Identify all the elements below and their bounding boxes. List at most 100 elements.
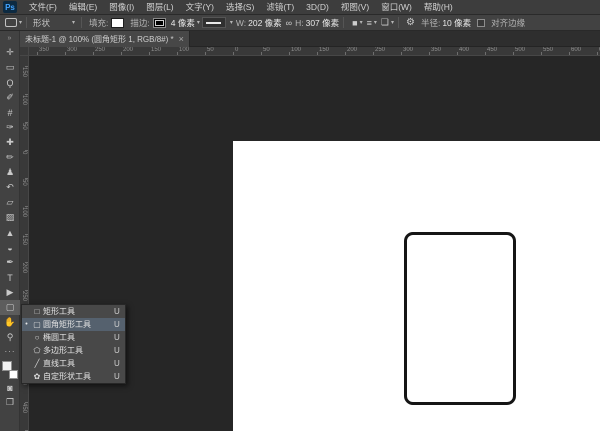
ruler-origin-corner[interactable] bbox=[20, 47, 29, 56]
zoom-tool[interactable]: ⚲ bbox=[0, 330, 20, 345]
history-brush-tool[interactable]: ↶ bbox=[0, 180, 20, 195]
dodge-tool[interactable]: ◒ bbox=[0, 240, 20, 255]
自定形状工具-icon: ✿ bbox=[31, 372, 43, 381]
rounded-rectangle-tool[interactable]: ▢ bbox=[0, 300, 20, 315]
gradient-tool[interactable]: ▨ bbox=[0, 210, 20, 225]
flyout-item-矩形工具[interactable]: □矩形工具U bbox=[22, 305, 125, 318]
hand-tool[interactable]: ✋ bbox=[0, 315, 20, 330]
document-tab[interactable]: 未标题-1 @ 100% (圆角矩形 1, RGB/8#) * × bbox=[20, 31, 190, 47]
ruler-tick-label: 300 bbox=[67, 47, 77, 53]
矩形工具-icon: □ bbox=[31, 307, 43, 316]
menu-item-6[interactable]: 滤镜(T) bbox=[260, 0, 300, 15]
椭圆工具-icon: ○ bbox=[31, 333, 43, 342]
foreground-color-swatch[interactable] bbox=[2, 361, 12, 371]
tool-mode-select[interactable]: 形状 ▾ bbox=[31, 17, 77, 29]
shortcut-key: U bbox=[114, 372, 125, 381]
menu-item-0[interactable]: 文件(F) bbox=[23, 0, 63, 15]
toolbox-collapse-button[interactable]: » bbox=[0, 31, 19, 45]
blur-tool[interactable]: ▲ bbox=[0, 225, 20, 240]
align-edges-checkbox[interactable] bbox=[477, 19, 485, 27]
menu-items: 文件(F)编辑(E)图像(I)图层(L)文字(Y)选择(S)滤镜(T)3D(D)… bbox=[23, 0, 459, 15]
lasso-tool[interactable]: Ϙ bbox=[0, 75, 20, 90]
ruler-tick bbox=[541, 52, 542, 55]
ruler-tick-label: 450 bbox=[21, 403, 27, 413]
ruler-tick bbox=[597, 52, 598, 55]
radius-label: 半径: bbox=[421, 17, 440, 29]
solid-line-icon bbox=[206, 22, 221, 24]
flyout-item-label: 矩形工具 bbox=[43, 306, 114, 317]
menu-item-3[interactable]: 图层(L) bbox=[140, 0, 179, 15]
type-tool[interactable]: T bbox=[0, 270, 20, 285]
menu-item-4[interactable]: 文字(Y) bbox=[180, 0, 220, 15]
quick-mask-button[interactable]: ◙ bbox=[0, 381, 20, 395]
menu-item-2[interactable]: 图像(I) bbox=[103, 0, 140, 15]
chevron-down-icon: ▾ bbox=[72, 19, 75, 26]
ruler-tick bbox=[345, 52, 346, 55]
flyout-item-label: 圆角矩形工具 bbox=[43, 319, 114, 330]
ruler-tick bbox=[121, 52, 122, 55]
path-alignment-icon: ≡ bbox=[367, 18, 372, 28]
menu-item-8[interactable]: 视图(V) bbox=[335, 0, 375, 15]
edit-toolbar-button[interactable]: ··· bbox=[0, 345, 20, 357]
menu-item-7[interactable]: 3D(D) bbox=[300, 0, 335, 15]
eyedropper-tool[interactable]: ✑ bbox=[0, 120, 20, 135]
ruler-tick-label: 200 bbox=[123, 47, 133, 53]
ruler-tick bbox=[177, 52, 178, 55]
stroke-color-swatch[interactable] bbox=[153, 18, 166, 28]
radius-field[interactable]: 10 像素 bbox=[442, 17, 471, 29]
foreground-background-swatches[interactable] bbox=[2, 361, 18, 379]
quick-selection-tool[interactable]: ✐ bbox=[0, 90, 20, 105]
ruler-tick-label: 50 bbox=[21, 123, 27, 130]
crop-tool[interactable]: # bbox=[0, 105, 20, 120]
flyout-item-多边形工具[interactable]: ⬠多边形工具U bbox=[22, 344, 125, 357]
shortcut-key: U bbox=[114, 333, 125, 342]
path-operations-button[interactable]: ■ ▾ bbox=[348, 18, 362, 28]
flyout-item-自定形状工具[interactable]: ✿自定形状工具U bbox=[22, 370, 125, 383]
tool-preset-picker[interactable]: ▾ bbox=[0, 18, 22, 27]
background-color-swatch[interactable] bbox=[9, 370, 18, 379]
eraser-tool[interactable]: ▱ bbox=[0, 195, 20, 210]
ruler-tick bbox=[429, 52, 430, 55]
ruler-tick bbox=[485, 52, 486, 55]
menu-item-5[interactable]: 选择(S) bbox=[220, 0, 260, 15]
healing-brush-tool[interactable]: ✚ bbox=[0, 135, 20, 150]
chevron-down-icon: ▾ bbox=[230, 19, 233, 26]
多边形工具-icon: ⬠ bbox=[31, 346, 43, 355]
close-icon[interactable]: × bbox=[179, 34, 184, 44]
marquee-tool[interactable]: ▭ bbox=[0, 60, 20, 75]
menu-item-10[interactable]: 帮助(H) bbox=[418, 0, 459, 15]
horizontal-ruler[interactable]: 3503002502001501005005010015020025030035… bbox=[20, 47, 600, 56]
clone-stamp-tool[interactable]: ♟ bbox=[0, 165, 20, 180]
ruler-tick-label: 100 bbox=[291, 47, 301, 53]
gear-icon[interactable]: ⚙ bbox=[406, 17, 415, 28]
menu-item-1[interactable]: 编辑(E) bbox=[63, 0, 103, 15]
screen-mode-button[interactable]: ❐ bbox=[0, 395, 20, 409]
path-arrangement-icon: ❏ bbox=[381, 17, 389, 28]
brush-tool[interactable]: ✏ bbox=[0, 150, 20, 165]
pen-tool[interactable]: ✒ bbox=[0, 255, 20, 270]
path-selection-tool[interactable]: ▶ bbox=[0, 285, 20, 300]
shape-tool-flyout-menu: □矩形工具U•▢圆角矩形工具U○椭圆工具U⬠多边形工具U╱直线工具U✿自定形状工… bbox=[21, 304, 126, 384]
flyout-item-椭圆工具[interactable]: ○椭圆工具U bbox=[22, 331, 125, 344]
shortcut-key: U bbox=[114, 346, 125, 355]
ruler-tick-label: 200 bbox=[347, 47, 357, 53]
tool-mode-value: 形状 bbox=[33, 17, 50, 29]
path-arrangement-button[interactable]: ❏ ▾ bbox=[377, 17, 394, 28]
height-field[interactable]: 307 像素 bbox=[306, 17, 340, 29]
path-alignment-button[interactable]: ≡ ▾ bbox=[363, 18, 377, 28]
ruler-tick-label: 50 bbox=[263, 47, 270, 53]
flyout-item-圆角矩形工具[interactable]: •▢圆角矩形工具U bbox=[22, 318, 125, 331]
move-tool[interactable]: ✛ bbox=[0, 45, 20, 60]
width-field[interactable]: 202 像素 bbox=[248, 17, 282, 29]
menu-item-9[interactable]: 窗口(W) bbox=[375, 0, 418, 15]
stroke-width-field[interactable]: 4 像素 ▾ bbox=[169, 17, 200, 29]
link-dimensions-icon[interactable]: ∞ bbox=[286, 18, 292, 28]
ruler-tick bbox=[65, 52, 66, 55]
fill-color-swatch[interactable] bbox=[111, 18, 124, 28]
stroke-style-select[interactable]: ▾ bbox=[200, 17, 233, 28]
ruler-tick-label: 0 bbox=[235, 47, 238, 53]
ruler-tick bbox=[205, 52, 206, 55]
photoshop-logo: Ps bbox=[3, 1, 17, 13]
flyout-item-直线工具[interactable]: ╱直线工具U bbox=[22, 357, 125, 370]
chevron-down-icon: ▾ bbox=[19, 19, 22, 26]
